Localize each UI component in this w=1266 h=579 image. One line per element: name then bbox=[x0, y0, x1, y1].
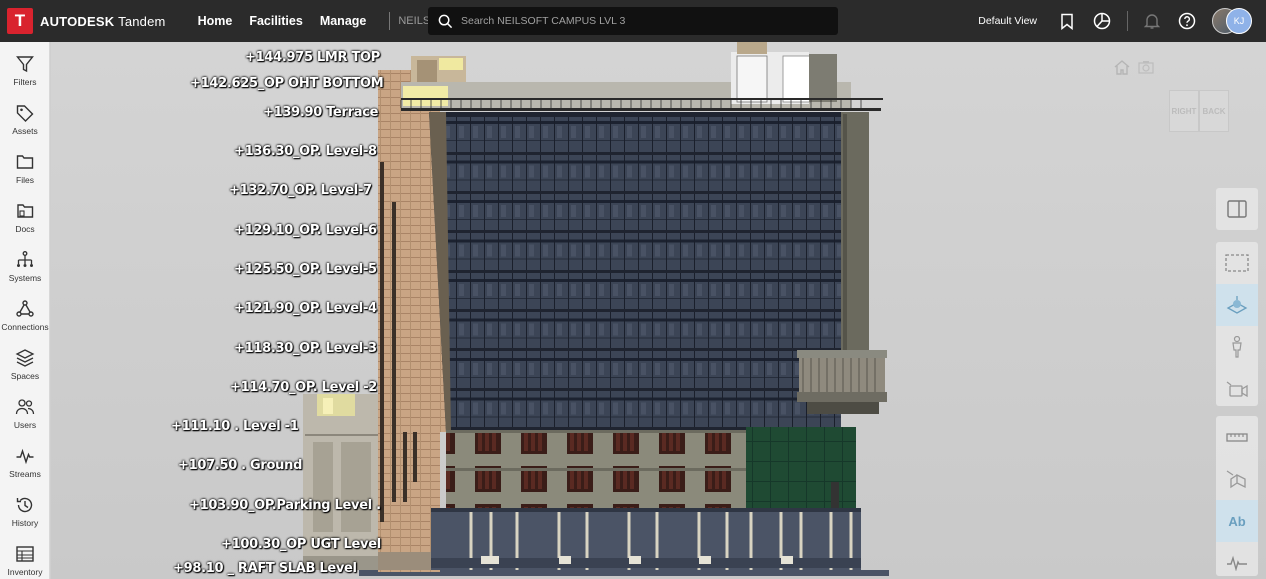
sidebar-label: Systems bbox=[8, 273, 42, 283]
level-label: +111.10 . Level -1 bbox=[171, 419, 299, 434]
top-right-tools: Default View KJ bbox=[978, 0, 1266, 42]
layers-icon bbox=[15, 349, 35, 367]
level-label: +114.70_OP. Level -2 bbox=[230, 380, 378, 395]
measure-tool-group: Ab bbox=[1216, 416, 1258, 576]
selection-tool-group bbox=[1216, 242, 1258, 406]
chart-line-icon[interactable] bbox=[1216, 542, 1258, 579]
level-label: +129.10_OP. Level-6 bbox=[234, 223, 377, 238]
filter-icon bbox=[16, 56, 34, 73]
brand-tandem: Tandem bbox=[118, 13, 166, 29]
sidebar-item-streams[interactable]: Streams bbox=[0, 444, 50, 489]
viewcube-back-face[interactable]: BACK bbox=[1199, 90, 1229, 132]
level-label: +132.70_OP. Level-7 bbox=[229, 183, 372, 198]
dashboard-icon[interactable] bbox=[1092, 11, 1112, 31]
panel-toggle-icon[interactable] bbox=[1216, 188, 1258, 230]
sidebar-label: Streams bbox=[9, 469, 41, 479]
tag-icon bbox=[16, 105, 34, 122]
toolbar-divider bbox=[1127, 11, 1128, 31]
user-avatars[interactable]: KJ bbox=[1212, 8, 1252, 34]
level-label: +107.50 . Ground bbox=[178, 458, 303, 473]
main-nav: Home Facilities Manage NEILSO... bbox=[198, 12, 460, 30]
search-input[interactable] bbox=[461, 15, 821, 27]
history-icon bbox=[16, 497, 33, 513]
model-viewport[interactable]: +144.975 LMR TOP +142.625_OP OHT BOTTOM … bbox=[51, 42, 1266, 579]
sidebar-item-files[interactable]: Files bbox=[0, 150, 50, 195]
level-label: +121.90_OP. Level-4 bbox=[234, 301, 377, 316]
sidebar-label: Connections bbox=[1, 322, 49, 332]
help-icon[interactable] bbox=[1177, 11, 1197, 31]
sidebar-label: Files bbox=[16, 175, 34, 185]
camera-snapshot-icon[interactable] bbox=[1138, 60, 1154, 74]
view-selector[interactable]: Default View bbox=[978, 15, 1037, 27]
sidebar-item-filters[interactable]: Filters bbox=[0, 52, 50, 97]
camera-icon[interactable] bbox=[1216, 368, 1258, 410]
view-cube[interactable]: RIGHT BACK bbox=[1169, 90, 1229, 132]
sidebar-label: Docs bbox=[15, 224, 35, 234]
app-window: T AUTODESK Tandem Home Facilities Manage… bbox=[0, 0, 1266, 579]
sidebar-label: Assets bbox=[12, 126, 38, 136]
sidebar-label: Inventory bbox=[7, 567, 43, 577]
text-icon[interactable]: Ab bbox=[1216, 500, 1258, 542]
connections-icon bbox=[16, 300, 34, 317]
bell-icon[interactable] bbox=[1142, 11, 1162, 31]
text-tool-label: Ab bbox=[1228, 513, 1246, 529]
level-label: +136.30_OP. Level-8 bbox=[234, 144, 377, 159]
level-label: +118.30_OP. Level-3 bbox=[234, 341, 377, 356]
folder-icon bbox=[16, 155, 34, 169]
bookmark-icon[interactable] bbox=[1057, 11, 1077, 31]
viewcube-right-face[interactable]: RIGHT bbox=[1169, 90, 1199, 132]
model-icon[interactable] bbox=[1216, 458, 1258, 500]
sidebar-item-spaces[interactable]: Spaces bbox=[0, 346, 50, 391]
brand[interactable]: T AUTODESK Tandem bbox=[7, 8, 166, 34]
sidebar-label: Spaces bbox=[10, 371, 40, 381]
sidebar-item-assets[interactable]: Assets bbox=[0, 101, 50, 146]
level-label: +103.90_OP.Parking Level . bbox=[189, 498, 381, 513]
sidebar-item-connections[interactable]: Connections bbox=[0, 297, 50, 342]
users-icon bbox=[15, 399, 35, 415]
left-sidebar: Filters Assets Files Docs Systems Connec… bbox=[0, 42, 50, 579]
sidebar-item-inventory[interactable]: Inventory bbox=[0, 542, 50, 579]
brand-name: AUTODESK Tandem bbox=[40, 14, 166, 29]
level-label: +139.90 Terrace bbox=[263, 105, 379, 120]
box-select-icon[interactable] bbox=[1216, 242, 1258, 284]
level-label: +142.625_OP OHT BOTTOM bbox=[190, 76, 384, 91]
sidebar-label: Filters bbox=[13, 77, 37, 87]
sidebar-label: Users bbox=[13, 420, 37, 430]
top-bar: T AUTODESK Tandem Home Facilities Manage… bbox=[0, 0, 1266, 42]
tandem-logo-icon: T bbox=[7, 8, 33, 34]
search-bar[interactable] bbox=[428, 7, 838, 35]
section-icon[interactable] bbox=[1216, 284, 1258, 326]
nav-facilities[interactable]: Facilities bbox=[249, 14, 303, 28]
person-icon[interactable] bbox=[1216, 326, 1258, 368]
sidebar-item-docs[interactable]: Docs bbox=[0, 199, 50, 244]
measure-icon[interactable] bbox=[1216, 416, 1258, 458]
sidebar-label: History bbox=[11, 518, 39, 528]
level-label: +125.50_OP. Level-5 bbox=[234, 262, 377, 277]
level-label: +144.975 LMR TOP bbox=[245, 50, 381, 65]
brand-autodesk: AUTODESK bbox=[40, 13, 115, 29]
systems-icon bbox=[17, 251, 33, 267]
panel-tool-group bbox=[1216, 188, 1258, 230]
avatar-initials: KJ bbox=[1226, 8, 1252, 34]
sidebar-item-history[interactable]: History bbox=[0, 493, 50, 538]
sidebar-item-users[interactable]: Users bbox=[0, 395, 50, 440]
nav-divider bbox=[389, 12, 391, 30]
home-icon[interactable] bbox=[1113, 59, 1131, 75]
streams-icon bbox=[16, 448, 34, 465]
level-label: +100.30_OP UGT Level bbox=[221, 537, 381, 552]
search-icon bbox=[438, 14, 453, 28]
level-label: +98.10 _ RAFT SLAB Level bbox=[173, 561, 357, 576]
table-icon bbox=[16, 546, 34, 562]
docs-icon bbox=[17, 204, 34, 218]
nav-manage[interactable]: Manage bbox=[320, 14, 367, 28]
nav-home[interactable]: Home bbox=[198, 14, 233, 28]
sidebar-item-systems[interactable]: Systems bbox=[0, 248, 50, 293]
